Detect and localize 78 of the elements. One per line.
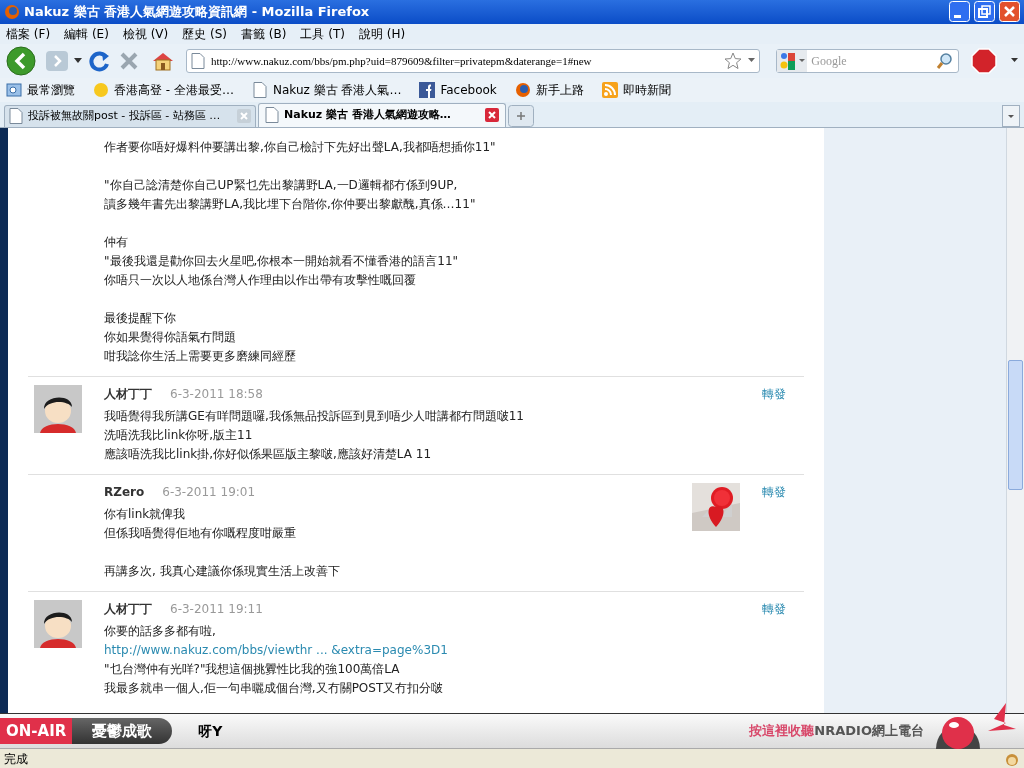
menu-item[interactable]: 書籤 (B) <box>241 24 287 43</box>
forward-link[interactable]: 轉發 <box>762 599 786 618</box>
circle-icon <box>93 81 109 98</box>
menu-item[interactable]: 檔案 (F) <box>6 24 51 43</box>
message-line: 再講多次, 我真心建議你係現實生活上改善下 <box>104 562 341 580</box>
author-name[interactable]: RZero <box>104 482 145 501</box>
facebook-icon <box>419 81 436 98</box>
message-line: 洗唔洗我比link你呀,版主11 <box>104 426 254 444</box>
menu-item[interactable]: 歷史 (S) <box>182 24 228 43</box>
message-link[interactable]: http://www.nakuz.com/bbs/viewthr ... &extra=page%3D1 <box>104 640 688 660</box>
message-line: 最後提醒下你 <box>104 309 177 327</box>
scrollbar[interactable] <box>1006 127 1024 714</box>
message-line: 你如果覺得你語氣冇問題 <box>104 328 237 346</box>
post-time: 6-3-2011 18:58 <box>170 385 263 403</box>
star-icon[interactable] <box>724 51 743 70</box>
bookmark-item[interactable]: Nakuz 樂古 香港人氣… <box>249 79 404 100</box>
dropdown-icon[interactable] <box>1011 58 1018 64</box>
dropdown-icon[interactable] <box>74 57 82 64</box>
browser-tab[interactable]: Nakuz 樂古 香港人氣網遊攻略… <box>258 102 506 127</box>
message-line: "最後我還是勸你回去火星吧,你根本一開始就看不懂香港的語言11" <box>104 252 460 270</box>
restore-button[interactable] <box>974 1 995 23</box>
author-name[interactable]: 人材丁丁 <box>104 384 152 403</box>
menu-item[interactable]: 說明 (H) <box>359 24 406 43</box>
search-folder-icon <box>6 81 22 98</box>
rss-icon <box>601 81 618 98</box>
status-text: 完成 <box>4 750 29 768</box>
dropdown-icon[interactable] <box>748 58 756 64</box>
post-time: 6-3-2011 19:11 <box>170 600 263 618</box>
post-time: 6-3-2011 19:01 <box>162 483 256 501</box>
message-line: 仲有 <box>104 233 129 251</box>
bookmark-item[interactable]: Facebook <box>417 79 499 100</box>
address-field[interactable]: http://www.nakuz.com/bbs/pm.php?uid=879609&filter=privatepm&daterange=1#new <box>186 48 761 73</box>
message-line: 你唔只一次以人地係台灣人作理由以作出帶有攻擊性嘅回覆 <box>104 271 417 289</box>
scroll-thumb[interactable] <box>1008 359 1023 490</box>
message-line: 我最多就串一個人,佢一句串曬成個台灣,又冇關POST又冇扣分啵 <box>104 679 445 697</box>
bookmark-item[interactable]: 香港高登 - 全港最受… <box>91 79 236 100</box>
message-line: 你有link就俾我 <box>104 505 187 523</box>
browser-tab[interactable]: 投訴被無故關post - 投訴區 - 站務區 … <box>4 104 256 127</box>
new-tab-button[interactable] <box>508 104 534 127</box>
menu-item[interactable]: 檢視 (V) <box>122 24 169 43</box>
search-engine-icon <box>777 49 808 72</box>
message-line: 我唔覺得我所講GE有咩問題囉,我係無品投訴區到見到唔少人咁講都冇問題啵11 <box>104 407 525 425</box>
author-name[interactable]: 人材丁丁 <box>104 599 152 618</box>
window-title: Nakuz 樂古 香港人氣網遊攻略資訊網 - Mozilla Firefox <box>24 3 371 22</box>
close-button[interactable] <box>999 1 1020 23</box>
page-icon <box>191 52 205 69</box>
message-line: 你要的話多多都有啦, <box>104 622 217 640</box>
station-name[interactable]: NRADIO網上電台 <box>814 721 924 741</box>
on-air-badge: ON-AIR <box>0 718 73 745</box>
message-line: 作者要你唔好爆料仲要講出黎,你自己檢討下先好出聲LA,我都唔想插你11" <box>104 138 497 156</box>
page-icon <box>251 81 268 98</box>
menu-item[interactable]: 工具 (T) <box>300 24 345 43</box>
artist-name: 呀Y <box>198 721 223 741</box>
minimize-button[interactable] <box>949 1 970 23</box>
listen-prompt[interactable]: 按這裡收聽 <box>749 721 815 741</box>
message-line: 但係我唔覺得佢地有你嘅程度咁嚴重 <box>104 524 297 542</box>
firefox-icon <box>514 81 531 98</box>
search-input[interactable]: Google <box>811 51 932 70</box>
menu-item[interactable]: 編輯 (E) <box>64 24 109 43</box>
bookmark-item[interactable]: 最常瀏覽 <box>4 79 77 100</box>
message-line: 讀多幾年書先出黎講野LA,我比埋下台階你,你仲要出黎獻醜,真係…11" <box>104 195 477 213</box>
forward-link[interactable]: 轉發 <box>762 384 786 403</box>
close-icon[interactable] <box>485 108 499 123</box>
avatar-icon <box>34 384 82 433</box>
message-line: "你自己諗清楚你自己UP緊乜先出黎講野LA,一D邏輯都冇係到9UP, <box>104 176 459 194</box>
bookmark-item[interactable]: 新手上路 <box>512 79 586 100</box>
page-icon <box>265 107 279 124</box>
message-line: 應該唔洗我比link掛,你好似係果區版主黎啵,應該好清楚LA 11 <box>104 445 433 463</box>
song-title: 憂鬱成歌 <box>72 718 173 745</box>
page-icon <box>9 108 23 125</box>
search-icon[interactable] <box>936 51 954 70</box>
firefox-icon <box>4 3 20 20</box>
avatar-icon <box>34 599 82 648</box>
bookmark-item[interactable]: 即時新聞 <box>599 79 673 100</box>
search-bar[interactable]: Google <box>776 48 959 73</box>
message-line: 咁我諗你生活上需要更多磨練同經歷 <box>104 347 297 365</box>
forward-link[interactable]: 轉發 <box>762 482 786 501</box>
message-line: "乜台灣仲有光咩?"我想這個挑釁性比我的強100萬倍LA <box>104 660 401 678</box>
